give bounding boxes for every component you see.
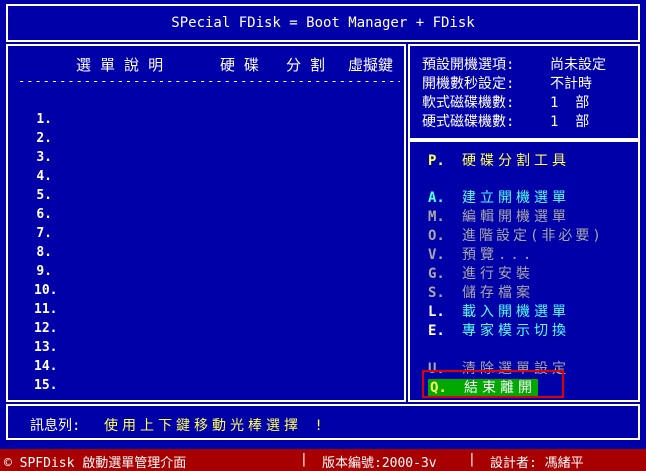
header-virtual-key: 虛擬鍵 bbox=[348, 56, 394, 74]
menu-divider: ----------------------------------------… bbox=[18, 74, 400, 88]
tool-preview-key: V. bbox=[428, 247, 445, 263]
tool-install[interactable]: G. 進行安裝 bbox=[428, 263, 534, 283]
header-disk: 硬 碟 bbox=[220, 56, 260, 74]
footer-version: 版本編號:2000-3v bbox=[322, 456, 437, 471]
tools-menu-panel: P. 硬碟分割工具 A. 建立開機選單 M. 編輯開機選單 O. 進階設定(非必要) V… bbox=[408, 140, 640, 402]
menu-entry-7[interactable]: 7. bbox=[34, 226, 52, 241]
tool-load-menu[interactable]: L. 載入開機選單 bbox=[428, 301, 570, 321]
footer-separator: | bbox=[468, 452, 476, 467]
tool-advanced-label: 進階設定(非必要) bbox=[462, 228, 604, 244]
floppy-count-value: 1 部 bbox=[550, 95, 590, 111]
menu-entry-9[interactable]: 9. bbox=[34, 264, 52, 279]
menu-entry-6[interactable]: 6. bbox=[34, 207, 52, 222]
tool-expert-mode[interactable]: E. 專家模示切換 bbox=[428, 320, 570, 340]
tool-install-label: 進行安裝 bbox=[462, 266, 534, 282]
footer-separator: | bbox=[300, 452, 308, 467]
tool-advanced-key: O. bbox=[428, 228, 445, 244]
footer-bar: © SPFDisk 啟動選單管理介面 | 版本編號:2000-3v | 設計者:… bbox=[0, 449, 646, 471]
tool-install-key: G. bbox=[428, 266, 445, 282]
menu-entry-10[interactable]: 10. bbox=[34, 283, 57, 298]
menu-entry-14[interactable]: 14. bbox=[34, 359, 57, 374]
footer-app-name: © SPFDisk 啟動選單管理介面 bbox=[4, 456, 187, 471]
status-message: 使用上下鍵移動光棒選擇 ! bbox=[104, 418, 327, 434]
tool-save-file-label: 儲存檔案 bbox=[462, 285, 534, 301]
tool-edit-menu-key: M. bbox=[428, 209, 445, 225]
status-panel: 訊息列: 使用上下鍵移動光棒選擇 ! bbox=[6, 404, 640, 440]
title-panel: SPecial FDisk = Boot Manager + FDisk bbox=[6, 4, 640, 42]
boot-info-panel: 預設開機選項: 尚未設定 開機數秒設定: 不計時 軟式磁碟機數: 1 部 硬式磁… bbox=[408, 44, 640, 140]
tool-preview[interactable]: V. 預覽... bbox=[428, 244, 535, 264]
menu-entry-12[interactable]: 12. bbox=[34, 321, 57, 336]
harddisk-count-label: 硬式磁碟機數: bbox=[422, 114, 515, 130]
menu-entry-11[interactable]: 11. bbox=[34, 302, 57, 317]
tool-save-file[interactable]: S. 儲存檔案 bbox=[428, 282, 534, 302]
menu-entry-15[interactable]: 15. bbox=[34, 378, 57, 393]
tool-load-menu-key: L. bbox=[428, 304, 445, 320]
footer-designer: 設計者: 馮緒平 bbox=[490, 456, 584, 471]
tool-partition[interactable]: P. 硬碟分割工具 bbox=[428, 150, 570, 170]
harddisk-count-value: 1 部 bbox=[550, 114, 590, 130]
default-boot-value: 尚未設定 bbox=[550, 57, 606, 73]
tool-partition-key: P. bbox=[428, 153, 445, 169]
tool-save-file-key: S. bbox=[428, 285, 445, 301]
menu-entry-2[interactable]: 2. bbox=[34, 131, 52, 146]
tool-create-menu[interactable]: A. 建立開機選單 bbox=[428, 187, 570, 207]
menu-entry-8[interactable]: 8. bbox=[34, 245, 52, 260]
tool-edit-menu[interactable]: M. 編輯開機選單 bbox=[428, 206, 570, 226]
menu-entry-5[interactable]: 5. bbox=[34, 188, 52, 203]
app-title: SPecial FDisk = Boot Manager + FDisk bbox=[171, 15, 475, 31]
tool-advanced[interactable]: O. 進階設定(非必要) bbox=[428, 225, 604, 245]
menu-entry-3[interactable]: 3. bbox=[34, 150, 52, 165]
tool-expert-mode-label: 專家模示切換 bbox=[462, 323, 570, 339]
status-label: 訊息列: bbox=[30, 418, 81, 434]
menu-entry-13[interactable]: 13. bbox=[34, 340, 57, 355]
menu-entry-4[interactable]: 4. bbox=[34, 169, 52, 184]
tool-partition-label: 硬碟分割工具 bbox=[462, 153, 570, 169]
tool-edit-menu-label: 編輯開機選單 bbox=[462, 209, 570, 225]
floppy-count-label: 軟式磁碟機數: bbox=[422, 95, 515, 111]
boot-menu-panel: 選 單 說 明 硬 碟 分 割 虛擬鍵 --------------------… bbox=[6, 44, 406, 402]
header-description: 選 單 說 明 bbox=[76, 56, 164, 74]
tool-load-menu-label: 載入開機選單 bbox=[462, 304, 570, 320]
tool-preview-label: 預覽... bbox=[462, 247, 536, 263]
default-boot-label: 預設開機選項: bbox=[422, 57, 515, 73]
countdown-label: 開機數秒設定: bbox=[422, 76, 515, 92]
tool-create-menu-key: A. bbox=[428, 190, 445, 206]
menu-entry-1[interactable]: 1. bbox=[34, 112, 52, 127]
countdown-value: 不計時 bbox=[550, 76, 592, 92]
tool-expert-mode-key: E. bbox=[428, 323, 445, 339]
selection-highlight-box bbox=[422, 370, 564, 398]
header-partition: 分 割 bbox=[286, 56, 326, 74]
tool-create-menu-label: 建立開機選單 bbox=[462, 190, 570, 206]
menu-header: 選 單 說 明 硬 碟 分 割 虛擬鍵 bbox=[8, 54, 404, 162]
